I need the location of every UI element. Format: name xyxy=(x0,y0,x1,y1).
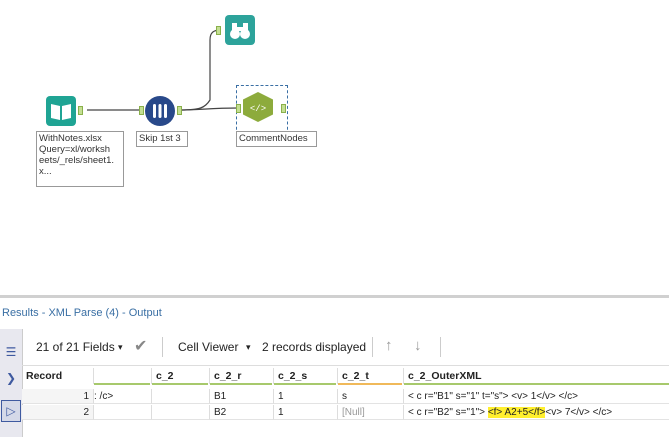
arrow-up-icon[interactable]: ↑ xyxy=(385,337,393,354)
table-cell[interactable]: < c r="B1" s="1" t="s"> <v> 1</v> </c> xyxy=(404,389,669,404)
workflow-canvas[interactable]: WithNotes.xlsx Query=xl/worksh eets/_rel… xyxy=(0,0,669,295)
column-header-record[interactable]: Record xyxy=(22,368,94,384)
column-header-c2-s[interactable]: c_2_s xyxy=(274,368,338,384)
xml-text: < c r="B1" s="1" t="s"> <v> 1</v> </c> xyxy=(408,391,579,402)
table-row-record: 1 xyxy=(22,389,94,404)
checkmark-icon[interactable]: ✔ xyxy=(134,336,147,356)
table-cell[interactable]: : /c> xyxy=(94,389,152,404)
book-icon xyxy=(51,104,71,120)
browse-tool[interactable] xyxy=(225,15,255,45)
binoculars-icon xyxy=(230,23,250,39)
column-header-c2-t[interactable]: c_2_t xyxy=(338,368,404,384)
tag-icon[interactable]: ▷ xyxy=(1,400,21,422)
column-header-c2[interactable]: c_2 xyxy=(152,368,210,384)
results-grid: Record c_2 c_2_r c_2_s c_2_t c_2_OuterXM… xyxy=(22,365,669,437)
table-cell[interactable]: s xyxy=(338,389,404,404)
table-cell[interactable]: < c r="B2" s="1"> <f> A2+5</f><v> 7</v> … xyxy=(404,405,669,420)
arrow-down-icon[interactable]: ↓ xyxy=(414,337,422,354)
list-view-icon[interactable]: ☰ xyxy=(1,341,21,363)
xml-text: < c r="B2" s="1"> xyxy=(408,407,486,418)
input-tool-label: WithNotes.xlsx Query=xl/worksh eets/_rel… xyxy=(36,131,124,187)
column-underline xyxy=(152,383,208,385)
xml-output-anchor[interactable] xyxy=(281,104,286,113)
results-sidebar: ☰ ❯ ▷ xyxy=(0,329,23,437)
results-toolbar: 21 of 21 Fields ▾ ✔ Cell Viewer ▾ 2 reco… xyxy=(22,329,669,366)
toolbar-divider xyxy=(372,337,373,357)
toolbar-divider xyxy=(440,337,441,357)
column-header-c2-outerxml[interactable]: c_2_OuterXML xyxy=(404,368,669,384)
chevron-down-icon[interactable]: ▾ xyxy=(118,342,123,353)
table-cell[interactable] xyxy=(152,405,210,420)
table-cell[interactable] xyxy=(94,405,152,420)
skip-output-anchor[interactable] xyxy=(177,106,182,115)
xml-tool-label: CommentNodes xyxy=(236,131,317,147)
xml-highlight: <f> A2+5</f> xyxy=(487,407,546,418)
chevron-down-icon[interactable]: ▾ xyxy=(246,342,251,353)
table-cell[interactable]: B1 xyxy=(210,389,274,404)
xml-input-anchor[interactable] xyxy=(236,104,241,113)
column-underline xyxy=(404,383,669,385)
browse-input-anchor[interactable] xyxy=(216,26,221,35)
input-output-anchor[interactable] xyxy=(78,106,83,115)
chevron-right-icon[interactable]: ❯ xyxy=(1,367,21,389)
toolbar-divider xyxy=(162,337,163,357)
input-data-tool[interactable] xyxy=(46,96,76,126)
column-header-partial[interactable] xyxy=(94,368,152,384)
skip-input-anchor[interactable] xyxy=(139,106,144,115)
table-cell[interactable]: B2 xyxy=(210,405,274,420)
results-title: Results - XML Parse (4) - Output xyxy=(2,307,162,319)
column-underline xyxy=(94,383,150,385)
results-window: Results - XML Parse (4) - Output ☰ ❯ ▷ 2… xyxy=(0,295,669,437)
table-row-record: 2 xyxy=(22,405,94,420)
table-cell[interactable]: 1 xyxy=(274,405,338,420)
results-title-bar: Results - XML Parse (4) - Output xyxy=(0,295,669,329)
column-underline xyxy=(338,383,402,385)
table-cell[interactable]: [Null] xyxy=(338,405,404,420)
svg-text:</>: </> xyxy=(250,104,266,114)
column-underline xyxy=(210,383,272,385)
column-underline xyxy=(274,383,336,385)
skip-tool-label: Skip 1st 3 xyxy=(136,131,188,147)
xml-text: <v> 7</v> </c> xyxy=(545,407,613,418)
column-header-c2-r[interactable]: c_2_r xyxy=(210,368,274,384)
test-tubes-icon xyxy=(153,104,167,118)
table-cell[interactable]: 1 xyxy=(274,389,338,404)
records-count: 2 records displayed xyxy=(262,340,367,354)
fields-dropdown[interactable]: 21 of 21 Fields xyxy=(36,340,115,354)
table-cell[interactable] xyxy=(152,389,210,404)
cell-viewer-dropdown[interactable]: Cell Viewer xyxy=(178,340,238,354)
skip-rows-tool[interactable] xyxy=(145,96,175,126)
